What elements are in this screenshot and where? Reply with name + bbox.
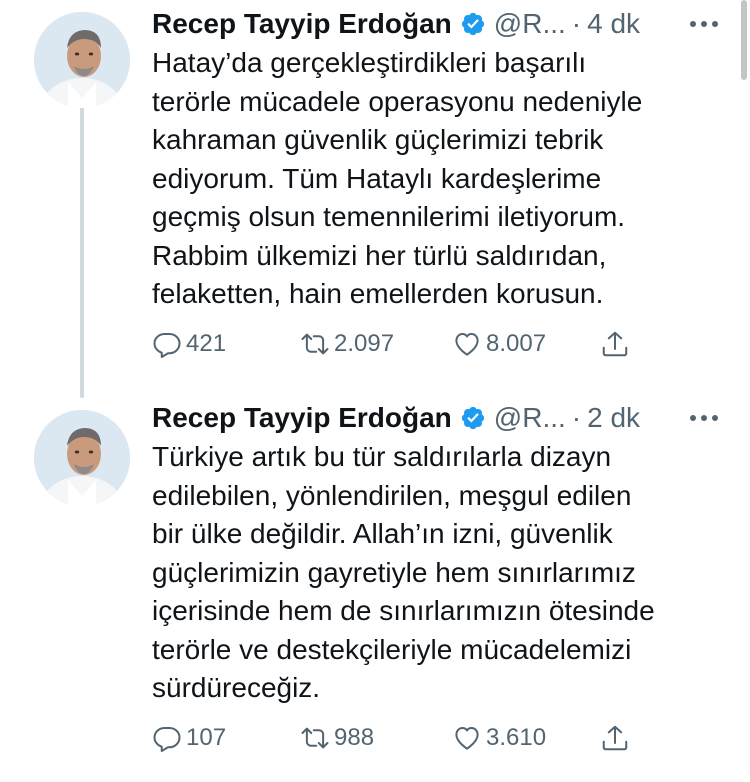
retweet-count: 2.097 xyxy=(334,330,395,357)
reply-icon xyxy=(153,333,181,358)
tweet-actions: 421 2.097 8.007 xyxy=(152,324,652,364)
reply-count: 107 xyxy=(186,724,227,751)
share-icon xyxy=(602,331,628,357)
author-handle[interactable]: @R... xyxy=(494,8,566,40)
share-button[interactable] xyxy=(600,324,634,364)
more-options-icon[interactable] xyxy=(684,6,724,42)
avatar[interactable] xyxy=(34,12,130,108)
tweet-header: Recep Tayyip Erdoğan @R... · 4 dk xyxy=(152,4,730,44)
retweet-count: 988 xyxy=(334,724,375,751)
timestamp[interactable]: 2 dk xyxy=(587,402,640,434)
like-count: 3.610 xyxy=(486,724,547,751)
share-icon xyxy=(602,725,628,751)
avatar-image xyxy=(34,12,130,108)
retweet-icon xyxy=(301,727,329,749)
like-count: 8.007 xyxy=(486,330,547,357)
reply-icon xyxy=(153,727,181,752)
reply-button[interactable]: 107 xyxy=(152,718,226,758)
like-button[interactable]: 8.007 xyxy=(452,324,546,364)
avatar-image xyxy=(34,410,130,506)
tweet-actions: 107 988 3.610 xyxy=(152,718,652,758)
tweet-text: Türkiye artık bu tür saldırılarla dizayn… xyxy=(152,441,655,703)
retweet-button[interactable]: 2.097 xyxy=(300,324,394,364)
like-icon xyxy=(455,727,479,750)
like-button[interactable]: 3.610 xyxy=(452,718,546,758)
author-name[interactable]: Recep Tayyip Erdoğan xyxy=(152,8,452,40)
verified-badge-icon xyxy=(460,11,486,37)
retweet-icon xyxy=(301,333,329,355)
tweet[interactable]: Recep Tayyip Erdoğan @R... · 4 dk Hatay’… xyxy=(0,0,750,390)
reply-button[interactable]: 421 xyxy=(152,324,226,364)
tweet-text: Hatay’da gerçekleştirdikleri başarılı te… xyxy=(152,47,643,309)
separator-dot: · xyxy=(571,402,582,433)
more-options-icon[interactable] xyxy=(684,400,724,436)
author-handle[interactable]: @R... xyxy=(494,402,566,434)
timestamp[interactable]: 4 dk xyxy=(587,8,640,40)
share-button[interactable] xyxy=(600,718,634,758)
author-name[interactable]: Recep Tayyip Erdoğan xyxy=(152,402,452,434)
like-icon xyxy=(455,333,479,356)
retweet-button[interactable]: 988 xyxy=(300,718,374,758)
verified-badge-icon xyxy=(460,405,486,431)
tweet-header: Recep Tayyip Erdoğan @R... · 2 dk xyxy=(152,398,730,438)
reply-count: 421 xyxy=(186,330,227,357)
tweet[interactable]: Recep Tayyip Erdoğan @R... · 2 dk Türkiy… xyxy=(0,392,750,782)
avatar[interactable] xyxy=(34,410,130,506)
separator-dot: · xyxy=(571,8,582,39)
